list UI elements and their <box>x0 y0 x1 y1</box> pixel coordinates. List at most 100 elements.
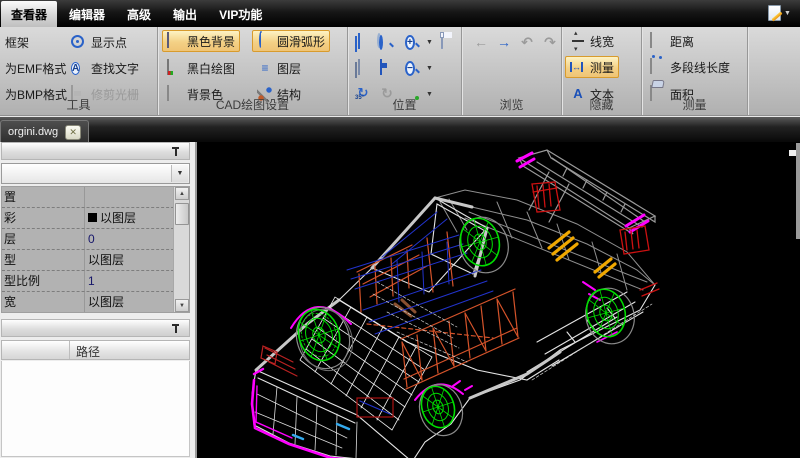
pan-hand-icon <box>441 33 443 49</box>
prop-name: 彩 <box>4 208 16 228</box>
prop-name: 型比例 <box>4 271 40 291</box>
bw-drawing-button[interactable]: 黑白绘图 <box>162 57 240 79</box>
ribbon-group-tools: 框架 为EMF格式 为BMP格式 显示点 A 查找文字 修剪光栅 工具 <box>0 27 158 115</box>
frame-button[interactable]: 框架 <box>0 31 34 53</box>
zoom-extents-button[interactable] <box>374 57 400 79</box>
path-name-column[interactable] <box>2 341 70 359</box>
seat-detail <box>395 300 415 316</box>
prop-name: 型 <box>4 250 16 270</box>
scroll-down-icon[interactable]: ▼ <box>175 299 189 312</box>
display-points-label: 显示点 <box>91 34 127 51</box>
layers-button[interactable]: ≡ 图层 <box>252 57 306 79</box>
pan-button[interactable] <box>434 31 460 53</box>
menu-tab-output[interactable]: 输出 <box>163 1 207 27</box>
smooth-arc-label: 圆滑弧形 <box>277 33 325 50</box>
measure-label: 测量 <box>590 59 614 76</box>
front-bumper-mesh <box>255 387 357 458</box>
menu-tab-vip[interactable]: VIP功能 <box>209 1 272 27</box>
menu-bar: 查看器 编辑器 高级 输出 VIP功能 ▼ <box>0 0 800 27</box>
path-list-area[interactable] <box>1 361 190 457</box>
canvas-right-edge <box>796 143 800 239</box>
prop-name: 宽 <box>4 292 16 312</box>
distance-button[interactable]: 距离 <box>645 30 699 52</box>
wing-tip-accents <box>517 153 648 232</box>
menu-tab-editor[interactable]: 编辑器 <box>59 1 115 27</box>
bw-drawing-label: 黑白绘图 <box>187 60 235 77</box>
close-icon[interactable]: ✕ <box>65 125 81 140</box>
polyline-length-label: 多段线长度 <box>670 59 730 76</box>
group-title-browse: 浏览 <box>462 96 561 113</box>
path-table-header: 路径 <box>1 340 190 360</box>
zoom-out-button[interactable]: − ▼ <box>400 57 438 79</box>
prop-name: 层 <box>4 229 16 249</box>
zoom-window-icon <box>379 35 383 50</box>
properties-panel-header <box>1 142 190 160</box>
black-background-button[interactable]: 黑色背景 <box>162 30 240 52</box>
scrollbar-thumb[interactable] <box>175 203 189 225</box>
scroll-up-icon[interactable]: ▲ <box>175 187 189 200</box>
document-tab-label: orgini.dwg <box>8 126 58 138</box>
table-row[interactable]: 置 <box>2 187 189 208</box>
pin-icon[interactable] <box>171 323 180 334</box>
table-row[interactable]: 型比例 1 <box>2 271 189 292</box>
prop-value: 0 <box>88 229 95 249</box>
display-point-icon <box>71 35 84 48</box>
pin-icon[interactable] <box>171 146 180 157</box>
black-background-icon <box>167 32 169 48</box>
document-tab[interactable]: orgini.dwg ✕ <box>0 120 89 143</box>
smooth-arc-icon <box>259 31 263 49</box>
paste-view-button[interactable] <box>350 57 376 79</box>
table-row[interactable]: 层 0 <box>2 229 189 250</box>
properties-panel: ▼ 置 彩 以图层 层 0 型 以图层 型比例 1 <box>0 142 197 458</box>
edit-document-icon <box>768 5 781 21</box>
prop-value: 1 <box>88 271 95 291</box>
black-white-icon <box>167 59 169 75</box>
ribbon-group-position: + ▼ − ▼ ↻ ↻ ▼ 位置 <box>348 27 462 115</box>
zoom-out-icon: − <box>405 61 415 76</box>
path-column-label[interactable]: 路径 <box>76 343 100 360</box>
drawing-canvas[interactable] <box>197 142 800 458</box>
emf-format-button[interactable]: 为EMF格式 <box>0 57 71 79</box>
copy-view-button[interactable] <box>350 31 376 53</box>
magenta-body-accents <box>252 282 617 458</box>
layers-label: 图层 <box>277 60 301 77</box>
object-selector-combobox[interactable]: ▼ <box>1 163 190 184</box>
black-background-label: 黑色背景 <box>187 33 235 50</box>
table-row[interactable]: 型 以图层 <box>2 250 189 271</box>
frame-label: 框架 <box>5 34 29 51</box>
wireframe-car-model <box>197 142 800 458</box>
view-redo-button: ↷ <box>535 31 565 53</box>
zoom-in-button[interactable]: + ▼ <box>400 31 438 53</box>
emf-label: 为EMF格式 <box>5 60 66 77</box>
menu-tab-advanced[interactable]: 高级 <box>117 1 161 27</box>
paste-icon <box>358 59 360 75</box>
display-points-button[interactable]: 显示点 <box>66 31 132 53</box>
zoom-window-button[interactable] <box>374 31 400 53</box>
line-width-button[interactable]: 线宽 <box>565 30 619 52</box>
measure-icon: ↔ <box>570 62 583 72</box>
document-tab-bar: orgini.dwg ✕ <box>0 116 800 142</box>
polyline-length-icon <box>650 58 652 74</box>
ribbon-group-browse: ← → ↶ ↷ 浏览 <box>462 27 562 115</box>
chevron-down-icon[interactable]: ▼ <box>171 165 188 182</box>
edit-drawing-button[interactable]: ▼ <box>768 3 794 23</box>
distance-ruler-icon <box>650 32 652 48</box>
find-text-button[interactable]: A 查找文字 <box>66 57 144 79</box>
wheel-front-left <box>289 300 361 377</box>
yellow-deck-stripes <box>549 232 615 277</box>
table-row[interactable]: 彩 以图层 <box>2 208 189 229</box>
distance-label: 距离 <box>670 33 694 50</box>
redo-corner-icon: ↷ <box>540 34 560 51</box>
prop-value: 以图层 <box>88 250 124 270</box>
table-row[interactable]: 宽 以图层 <box>2 292 189 313</box>
layers-icon: ≡ <box>257 60 273 76</box>
smooth-arc-button[interactable]: 圆滑弧形 <box>252 30 330 52</box>
forward-arrow-icon: → <box>494 34 514 50</box>
measure-toggle-button[interactable]: ↔ 测量 <box>565 56 619 78</box>
polyline-length-button[interactable]: 多段线长度 <box>645 56 735 78</box>
ribbon-group-measure: 距离 多段线长度 面积 测量 <box>642 27 748 115</box>
line-width-icon <box>570 33 586 49</box>
line-width-label: 线宽 <box>590 33 614 50</box>
menu-tab-viewer[interactable]: 查看器 <box>1 1 57 27</box>
vertical-scrollbar[interactable]: ▲ ▼ <box>173 187 189 312</box>
